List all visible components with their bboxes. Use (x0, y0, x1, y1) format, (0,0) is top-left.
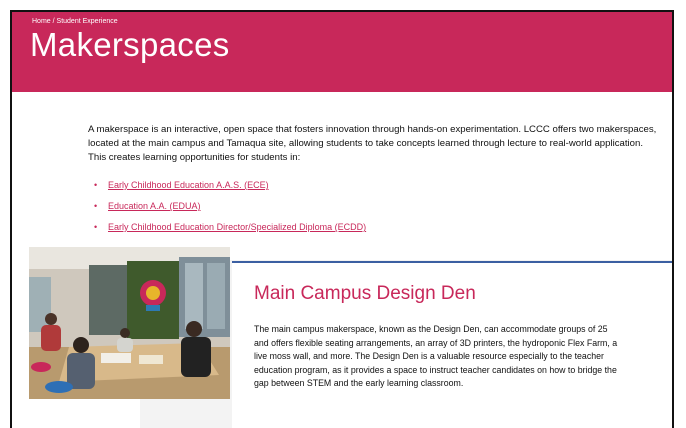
list-item: • Early Childhood Education A.A.S. (ECE) (94, 175, 366, 196)
breadcrumb-home-link[interactable]: Home (32, 18, 51, 25)
program-link-ecdd[interactable]: Early Childhood Education Director/Speci… (108, 222, 366, 232)
list-item: • Education A.A. (EDUA) (94, 196, 366, 217)
program-link-ece[interactable]: Early Childhood Education A.A.S. (ECE) (108, 180, 269, 190)
makerspace-photo (29, 247, 230, 399)
bullet-icon: • (94, 201, 98, 211)
list-item: • Early Childhood Education Director/Spec… (94, 217, 366, 238)
section-title: Main Campus Design Den (254, 283, 476, 304)
breadcrumb: Home / Student Experience (32, 18, 118, 25)
intro-paragraph: A makerspace is an interactive, open spa… (88, 124, 657, 163)
bullet-icon: • (94, 180, 98, 190)
design-den-card: Main Campus Design Den The main campus m… (232, 261, 672, 428)
section-body: The main campus makerspace, known as the… (254, 324, 618, 388)
breadcrumb-section-link[interactable]: Student Experience (57, 18, 118, 25)
bullet-icon: • (94, 222, 98, 232)
hero-banner: Home / Student Experience Makerspaces (12, 12, 672, 92)
program-list: • Early Childhood Education A.A.S. (ECE) … (94, 175, 366, 238)
page-title: Makerspaces (30, 26, 230, 63)
program-link-edua[interactable]: Education A.A. (EDUA) (108, 201, 201, 211)
page-frame: Home / Student Experience Makerspaces A … (10, 10, 674, 428)
